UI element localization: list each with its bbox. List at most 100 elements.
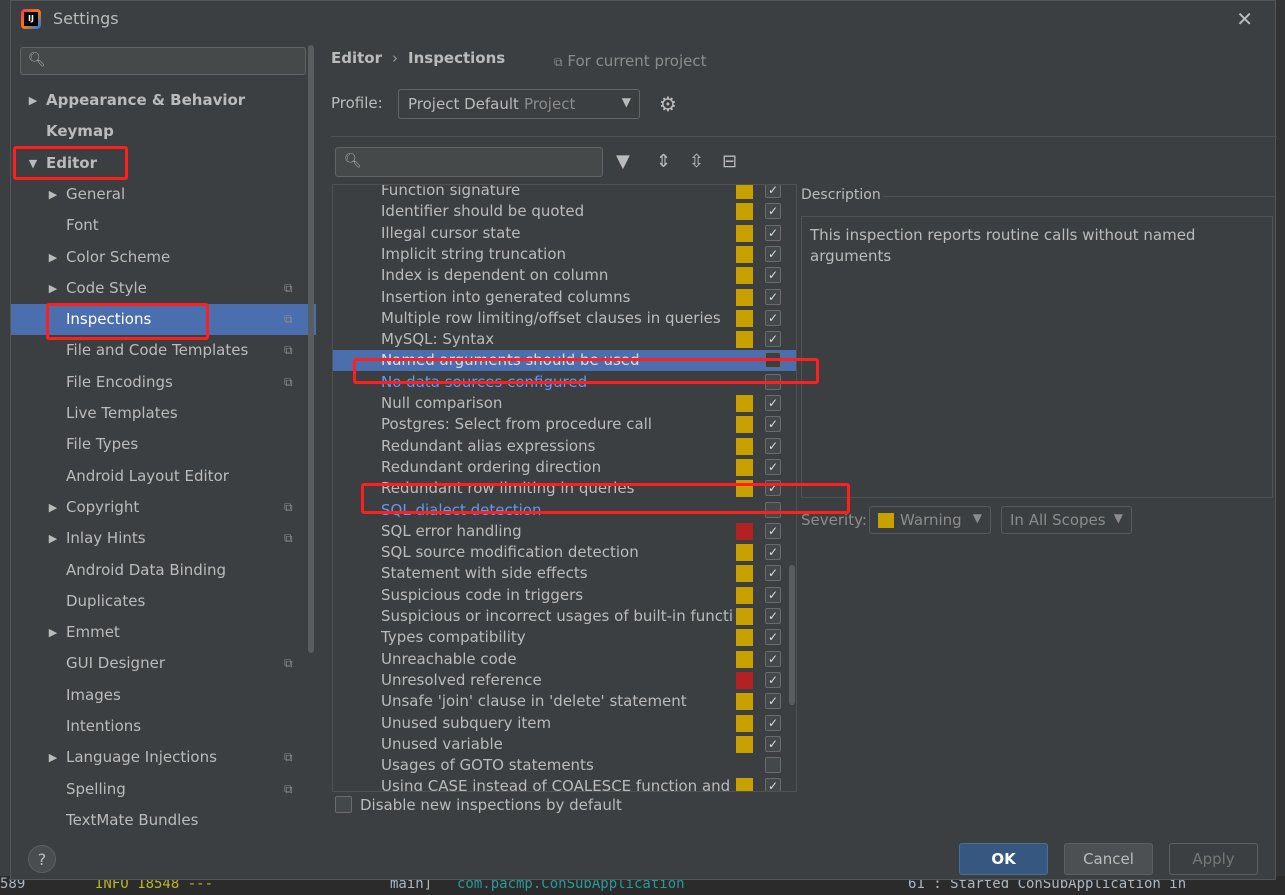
inspection-checkbox[interactable]: ✓ xyxy=(765,629,781,646)
inspection-row[interactable]: SQL dialect detection xyxy=(333,500,796,521)
inspection-checkbox[interactable]: ✓ xyxy=(765,416,781,433)
sidebar-item[interactable]: File Encodings ⧉ xyxy=(11,367,316,398)
inspection-row[interactable]: MySQL: Syntax ✓ xyxy=(333,329,796,350)
inspection-checkbox[interactable]: ✓ xyxy=(765,245,781,262)
inspection-checkbox[interactable]: ✓ xyxy=(765,544,781,561)
inspection-row[interactable]: Unsafe 'join' clause in 'delete' stateme… xyxy=(333,691,796,712)
inspection-checkbox[interactable] xyxy=(765,352,781,369)
inspection-checkbox[interactable]: ✓ xyxy=(765,224,781,241)
sidebar-item[interactable]: Intentions xyxy=(11,711,316,742)
reset-icon[interactable]: ⊟ xyxy=(722,151,737,172)
cancel-button[interactable]: Cancel xyxy=(1064,843,1153,875)
inspection-checkbox[interactable]: ✓ xyxy=(765,608,781,624)
inspection-checkbox[interactable]: ✓ xyxy=(765,671,781,688)
inspection-row[interactable]: Redundant alias expressions ✓ xyxy=(333,436,796,457)
sidebar-item[interactable]: ▶ Appearance & Behavior xyxy=(11,85,316,116)
inspection-row[interactable]: Suspicious code in triggers ✓ xyxy=(333,585,796,606)
close-icon[interactable]: ✕ xyxy=(1236,7,1253,31)
profile-dropdown[interactable]: Project Default Project ▼ xyxy=(398,89,640,119)
inspection-row[interactable]: Redundant row limiting in queries ✓ xyxy=(333,478,796,499)
inspection-row[interactable]: Statement with side effects ✓ xyxy=(333,563,796,584)
inspection-checkbox[interactable]: ✓ xyxy=(765,267,781,284)
inspection-row[interactable]: Named arguments should be used xyxy=(333,350,796,372)
chevron-right-icon[interactable]: ▶ xyxy=(47,492,59,523)
sidebar-item[interactable]: Android Data Binding xyxy=(11,555,316,586)
sidebar-item[interactable]: ▶ Copyright ⧉ xyxy=(11,492,316,523)
sidebar-item[interactable]: Keymap xyxy=(11,116,316,147)
chevron-right-icon[interactable]: ▶ xyxy=(47,273,59,304)
inspection-checkbox[interactable]: ✓ xyxy=(765,778,781,791)
inspection-row[interactable]: SQL source modification detection ✓ xyxy=(333,542,796,563)
inspection-row[interactable]: Usages of GOTO statements xyxy=(333,755,796,776)
chevron-right-icon[interactable]: ▶ xyxy=(27,85,39,116)
inspection-checkbox[interactable]: ✓ xyxy=(765,203,781,220)
sidebar-item[interactable]: Images xyxy=(11,680,316,711)
inspection-row[interactable]: Null comparison ✓ xyxy=(333,393,796,414)
sidebar-item[interactable]: ▶ Language Injections ⧉ xyxy=(11,742,316,773)
help-button[interactable]: ? xyxy=(28,845,56,873)
inspection-checkbox[interactable]: ✓ xyxy=(765,565,781,582)
chevron-right-icon[interactable]: ▶ xyxy=(47,179,59,210)
inspection-row[interactable]: Redundant ordering direction ✓ xyxy=(333,457,796,478)
inspection-checkbox[interactable]: ✓ xyxy=(765,480,781,497)
inspection-row[interactable]: Unused variable ✓ xyxy=(333,734,796,755)
sidebar-item[interactable]: ▶ Inlay Hints ⧉ xyxy=(11,523,316,554)
inspection-row[interactable]: Types compatibility ✓ xyxy=(333,627,796,648)
inspection-row[interactable]: Unused subquery item ✓ xyxy=(333,713,796,734)
chevron-right-icon[interactable]: ▶ xyxy=(47,617,59,648)
filter-icon[interactable]: ▼ xyxy=(616,151,630,172)
inspection-row[interactable]: Function signature ✓ xyxy=(333,185,796,201)
sidebar-item[interactable]: Font xyxy=(11,210,316,241)
inspection-row[interactable]: Index is dependent on column ✓ xyxy=(333,265,796,286)
inspection-checkbox[interactable]: ✓ xyxy=(765,309,781,326)
inspection-checkbox[interactable]: ✓ xyxy=(765,458,781,475)
inspection-checkbox[interactable]: ✓ xyxy=(765,522,781,539)
inspection-checkbox[interactable]: ✓ xyxy=(765,714,781,731)
inspection-checkbox[interactable] xyxy=(765,501,781,518)
inspection-row[interactable]: Postgres: Select from procedure call ✓ xyxy=(333,414,796,435)
sidebar-item[interactable]: ▶ General xyxy=(11,179,316,210)
checkbox[interactable] xyxy=(335,796,352,813)
sidebar-item[interactable]: ▶ Color Scheme xyxy=(11,242,316,273)
sidebar-item[interactable]: GUI Designer ⧉ xyxy=(11,648,316,679)
inspection-row[interactable]: Unreachable code ✓ xyxy=(333,649,796,670)
sidebar-item[interactable]: ▼ Editor xyxy=(11,148,316,179)
inspection-row[interactable]: Illegal cursor state ✓ xyxy=(333,223,796,244)
inspection-checkbox[interactable]: ✓ xyxy=(765,288,781,305)
sidebar-item[interactable]: Duplicates xyxy=(11,586,316,617)
inspection-checkbox[interactable]: ✓ xyxy=(765,586,781,603)
ok-button[interactable]: OK xyxy=(959,843,1048,875)
inspection-row[interactable]: Insertion into generated columns ✓ xyxy=(333,287,796,308)
inspection-checkbox[interactable]: ✓ xyxy=(765,693,781,710)
settings-search-input[interactable]: 🔍︎ xyxy=(20,47,306,75)
inspection-checkbox[interactable]: ✓ xyxy=(765,650,781,667)
sidebar-item[interactable]: Android Layout Editor xyxy=(11,461,316,492)
sidebar-item[interactable]: Spelling ⧉ xyxy=(11,774,316,805)
sidebar-item[interactable]: ▶ Code Style ⧉ xyxy=(11,273,316,304)
inspection-row[interactable]: SQL error handling ✓ xyxy=(333,521,796,542)
sidebar-item[interactable]: TextMate Bundles xyxy=(11,805,316,827)
chevron-right-icon[interactable]: ▶ xyxy=(47,742,59,773)
tree-scrollbar[interactable] xyxy=(308,45,314,653)
sidebar-item[interactable]: Live Templates xyxy=(11,398,316,429)
inspection-checkbox[interactable]: ✓ xyxy=(765,395,781,411)
inspection-checkbox[interactable]: ✓ xyxy=(765,735,781,752)
sidebar-item[interactable]: File Types xyxy=(11,429,316,460)
expand-all-icon[interactable]: ⇕ xyxy=(656,151,671,172)
inspection-checkbox[interactable]: ✓ xyxy=(765,185,781,198)
inspection-row[interactable]: Using CASE instead of COALESCE function … xyxy=(333,776,796,791)
chevron-right-icon[interactable]: ▶ xyxy=(47,242,59,273)
collapse-all-icon[interactable]: ⇳ xyxy=(689,151,704,172)
inspection-row[interactable]: Multiple row limiting/offset clauses in … xyxy=(333,308,796,329)
disable-new-inspections-checkbox[interactable]: Disable new inspections by default xyxy=(335,796,622,814)
breadcrumb-parent[interactable]: Editor xyxy=(331,49,382,67)
inspection-row[interactable]: Unresolved reference ✓ xyxy=(333,670,796,691)
inspection-row[interactable]: No data sources configured xyxy=(333,372,796,393)
sidebar-item[interactable]: ▶ Emmet xyxy=(11,617,316,648)
inspection-checkbox[interactable]: ✓ xyxy=(765,331,781,348)
chevron-down-icon[interactable]: ▼ xyxy=(27,148,39,179)
severity-dropdown[interactable]: Warning ▼ xyxy=(869,506,991,534)
chevron-right-icon[interactable]: ▶ xyxy=(47,523,59,554)
inspection-checkbox[interactable] xyxy=(765,757,781,774)
sidebar-item[interactable]: File and Code Templates ⧉ xyxy=(11,335,316,366)
